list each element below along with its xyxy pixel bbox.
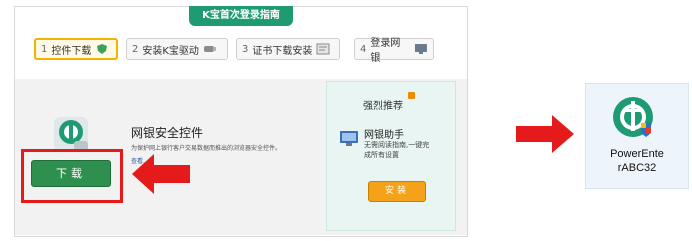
steps-bar: 1 控件下载 2 安装K宝驱动 3 证书下载安装 4 登录网银 <box>14 29 468 64</box>
install-button[interactable]: 安装 <box>368 181 426 202</box>
plugin-title: 网银安全控件 <box>131 126 204 140</box>
monitor-icon <box>415 44 428 54</box>
step-download-plugin[interactable]: 1 控件下载 <box>34 38 118 60</box>
helper-description: 无需阅读指南,一键完成所有设置 <box>364 141 430 159</box>
left-arrow-icon <box>132 154 190 194</box>
helper-title: 网银助手 <box>364 130 404 141</box>
step-login[interactable]: 4 登录网银 <box>354 38 434 64</box>
usb-key-icon <box>203 46 216 52</box>
step-label: 登录网银 <box>370 38 401 64</box>
step-number: 4 <box>360 43 367 55</box>
step-install-driver[interactable]: 2 安装K宝驱动 <box>126 38 228 60</box>
new-badge-icon <box>408 92 415 99</box>
shield-icon <box>97 44 108 54</box>
step-number: 2 <box>132 43 139 55</box>
step-install-certificate[interactable]: 3 证书下载安装 <box>236 38 340 60</box>
desktop-shortcut-label: PowerEnte rABC32 <box>610 148 664 174</box>
download-button[interactable]: 下载 <box>31 160 111 187</box>
certificate-icon <box>316 43 330 55</box>
right-arrow-icon <box>516 115 574 153</box>
step-label: 控件下载 <box>51 45 92 57</box>
step-number: 1 <box>41 43 48 55</box>
plugin-description: 为保护网上银行客户交易数据而推出的浏览器安全控件。 <box>131 145 282 152</box>
guide-title: K宝首次登录指南 <box>189 6 293 26</box>
step-label: 安装K宝驱动 <box>142 45 199 57</box>
abc-bank-logo-icon <box>613 97 653 137</box>
recommend-title: 强烈推荐 <box>363 101 403 112</box>
step-number: 3 <box>242 43 249 55</box>
computer-icon <box>340 131 358 146</box>
step-label: 证书下载安装 <box>252 45 313 57</box>
